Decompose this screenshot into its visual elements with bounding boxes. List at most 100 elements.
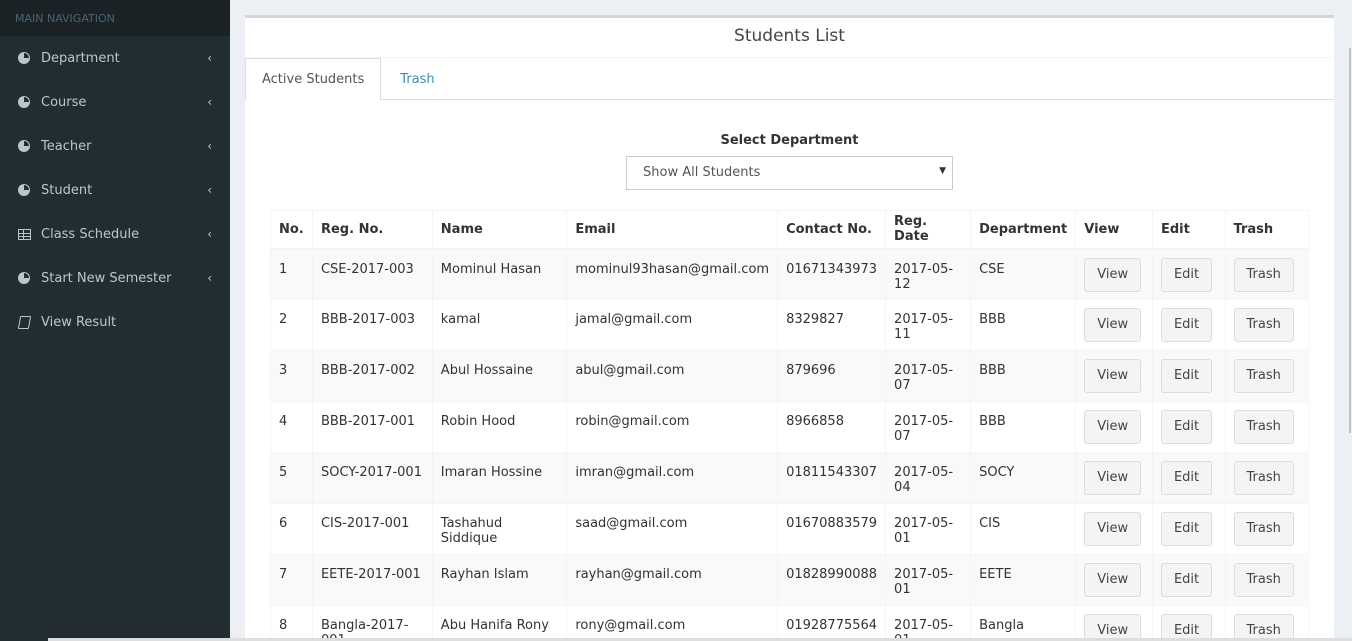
cell-email: abul@gmail.com <box>566 350 779 402</box>
cell-contact: 879696 <box>777 350 887 402</box>
cell-date: 2017-05-01 <box>885 605 972 641</box>
column-header: Reg. No. <box>311 210 433 250</box>
sidebar-item-student[interactable]: Student ‹ <box>0 168 230 212</box>
cell-name: Rayhan Islam <box>431 554 568 606</box>
table-header-row: No. Reg. No. Name Email Contact No. Reg. Date… <box>270 210 1310 250</box>
tab-trash[interactable]: Trash <box>384 58 450 100</box>
sidebar: MAIN NAVIGATION Department ‹ Course ‹ Teache… <box>0 0 230 641</box>
table-row: 6 CIS-2017-001 Tashahud Siddique saad@gmail… <box>270 503 1310 555</box>
trash-button[interactable]: Trash <box>1233 614 1294 641</box>
students-box: Students List Active Students Trash Sele… <box>245 15 1334 641</box>
cell-email: saad@gmail.com <box>566 503 779 555</box>
edit-button[interactable]: Edit <box>1160 359 1213 393</box>
sidebar-item-start-new-semester[interactable]: Start New Semester ‹ <box>0 256 230 300</box>
cell-view: View <box>1075 248 1153 300</box>
cell-view: View <box>1075 605 1153 641</box>
view-button[interactable]: View <box>1084 257 1142 292</box>
cell-name: Robin Hood <box>431 401 568 453</box>
cell-email: rayhan@gmail.com <box>566 554 779 606</box>
edit-button[interactable]: Edit <box>1160 257 1213 292</box>
pie-chart-icon <box>17 139 31 153</box>
view-button[interactable]: View <box>1084 461 1142 495</box>
edit-button[interactable]: Edit <box>1160 563 1213 597</box>
trash-button[interactable]: Trash <box>1233 563 1294 597</box>
cell-view: View <box>1075 401 1153 453</box>
cell-email: mominul93hasan@gmail.com <box>566 248 779 300</box>
cell-email: robin@gmail.com <box>566 401 779 453</box>
view-button[interactable]: View <box>1084 563 1142 597</box>
sidebar-item-class-schedule[interactable]: Class Schedule ‹ <box>0 212 230 256</box>
view-button[interactable]: View <box>1084 359 1142 393</box>
cell-contact: 8966858 <box>777 401 887 453</box>
trash-button[interactable]: Trash <box>1233 410 1294 444</box>
tab-active-students[interactable]: Active Students <box>245 58 382 101</box>
cell-reg: CSE-2017-003 <box>311 248 433 300</box>
table-icon <box>17 227 31 241</box>
chevron-left-icon: ‹ <box>207 139 212 153</box>
cell-email: rony@gmail.com <box>566 605 779 641</box>
cell-no: 6 <box>270 503 313 555</box>
cell-dept: Bangla <box>970 605 1077 641</box>
cell-dept: CSE <box>970 248 1077 300</box>
cell-contact: 01811543307 <box>777 452 887 504</box>
table-body: 1 CSE-2017-003 Mominul Hasan mominul93hasan… <box>270 248 1310 641</box>
cell-contact: 01670883579 <box>777 503 887 555</box>
cell-name: Abu Hanifa Rony <box>431 605 568 641</box>
trash-button[interactable]: Trash <box>1233 308 1294 342</box>
column-header: Edit <box>1151 210 1226 250</box>
cell-dept: BBB <box>970 299 1077 351</box>
cell-date: 2017-05-12 <box>885 248 972 300</box>
view-button[interactable]: View <box>1084 512 1142 546</box>
edit-button[interactable]: Edit <box>1160 410 1213 444</box>
cell-no: 8 <box>270 605 313 641</box>
cell-dept: SOCY <box>970 452 1077 504</box>
scrollbar[interactable] <box>1348 0 1352 641</box>
cell-edit: Edit <box>1151 299 1226 351</box>
sidebar-item-label: Department <box>41 50 120 66</box>
trash-button[interactable]: Trash <box>1233 461 1294 495</box>
trash-button[interactable]: Trash <box>1233 359 1294 393</box>
table-row: 7 EETE-2017-001 Rayhan Islam rayhan@gmail.c… <box>270 554 1310 606</box>
table-row: 5 SOCY-2017-001 Imaran Hossine imran@gmail.… <box>270 452 1310 504</box>
sidebar-item-label: View Result <box>41 314 117 330</box>
table-row: 4 BBB-2017-001 Robin Hood robin@gmail.com 89… <box>270 401 1310 453</box>
cell-no: 1 <box>270 248 313 300</box>
trash-button[interactable]: Trash <box>1233 512 1294 546</box>
view-button[interactable]: View <box>1084 614 1142 641</box>
cell-reg: SOCY-2017-001 <box>311 452 433 504</box>
cell-edit: Edit <box>1151 452 1226 504</box>
scrollbar-thumb[interactable] <box>1349 48 1351 433</box>
nav-list: Department ‹ Course ‹ Teacher ‹ Student ‹ Class … <box>0 36 230 344</box>
view-button[interactable]: View <box>1084 308 1142 342</box>
edit-button[interactable]: Edit <box>1160 614 1213 641</box>
sidebar-item-label: Teacher <box>41 138 92 154</box>
cell-dept: EETE <box>970 554 1077 606</box>
page-title: Students List <box>245 18 1334 58</box>
cell-contact: 8329827 <box>777 299 887 351</box>
cell-dept: BBB <box>970 401 1077 453</box>
cell-view: View <box>1075 299 1153 351</box>
cell-trash: Trash <box>1224 401 1310 453</box>
sidebar-item-label: Class Schedule <box>41 226 140 242</box>
sidebar-item-course[interactable]: Course ‹ <box>0 80 230 124</box>
cell-trash: Trash <box>1224 452 1310 504</box>
cell-edit: Edit <box>1151 605 1226 641</box>
edit-button[interactable]: Edit <box>1160 512 1213 546</box>
chevron-left-icon: ‹ <box>207 51 212 65</box>
sidebar-item-department[interactable]: Department ‹ <box>0 36 230 80</box>
column-header: Email <box>566 210 779 250</box>
cell-no: 4 <box>270 401 313 453</box>
trash-button[interactable]: Trash <box>1233 257 1294 292</box>
cell-date: 2017-05-01 <box>885 554 972 606</box>
sidebar-item-teacher[interactable]: Teacher ‹ <box>0 124 230 168</box>
sidebar-item-view-result[interactable]: View Result <box>0 300 230 344</box>
chevron-left-icon: ‹ <box>207 95 212 109</box>
pie-chart-icon <box>17 51 31 65</box>
edit-button[interactable]: Edit <box>1160 308 1213 342</box>
sidebar-item-label: Start New Semester <box>41 270 172 286</box>
view-button[interactable]: View <box>1084 410 1142 444</box>
cell-date: 2017-05-07 <box>885 401 972 453</box>
edit-button[interactable]: Edit <box>1160 461 1213 495</box>
department-select[interactable]: Show All Students ▼ <box>626 156 953 190</box>
cell-dept: CIS <box>970 503 1077 555</box>
